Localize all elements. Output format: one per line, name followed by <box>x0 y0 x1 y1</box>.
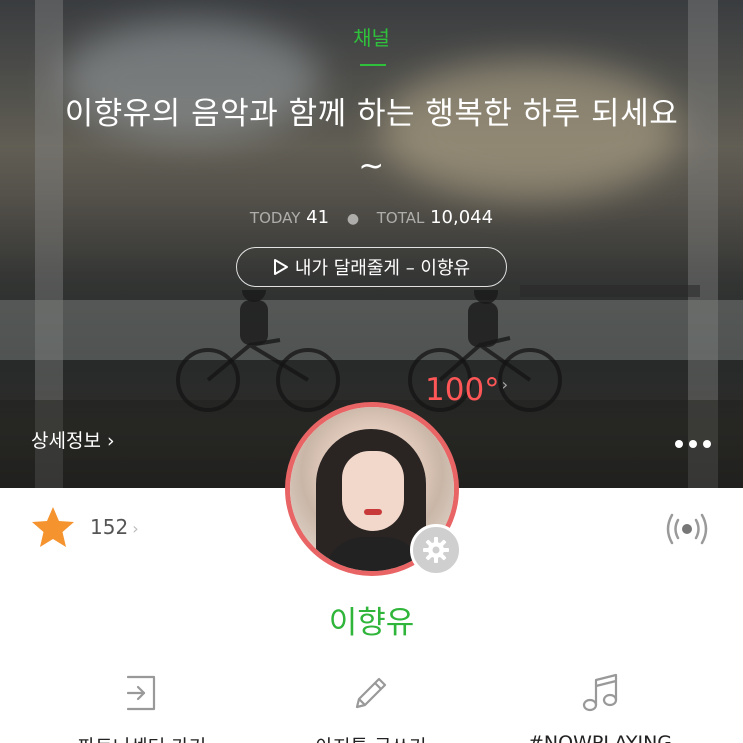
partner-center-button[interactable]: 파트너센터 가기 <box>42 672 242 743</box>
today-value: 41 <box>306 207 330 228</box>
temperature-value: 100° <box>425 372 500 408</box>
now-playing-button[interactable]: #NOWPLAYING <box>500 672 700 743</box>
avatar-face <box>342 451 404 531</box>
star-count: 152 › <box>90 515 139 539</box>
write-post-button[interactable]: 아지톡 글쓰기 <box>271 672 471 743</box>
today-label: TODAY <box>249 209 301 227</box>
dot <box>703 440 711 448</box>
play-icon <box>273 259 288 275</box>
visit-stats: TODAY 41 ● TOTAL 10,044 <box>0 207 743 228</box>
chevron-right-icon: › <box>132 519 139 538</box>
profile-name: 이향유 <box>328 605 415 641</box>
more-dots-icon[interactable] <box>675 440 711 448</box>
enter-icon <box>126 675 156 711</box>
channel-underline <box>360 64 386 66</box>
action-label: 파트너센터 가기 <box>42 732 242 743</box>
now-playing-song-label: 내가 달래줄게 – 이향유 <box>294 258 471 279</box>
channel-label: 채널 <box>353 26 390 50</box>
dot <box>689 440 697 448</box>
star-rating-link[interactable]: 152 › <box>30 505 139 549</box>
avatar-lips <box>364 509 382 515</box>
total-label: TOTAL <box>376 209 425 227</box>
channel-title: 이향유의 음악과 함께 하는 행복한 하루 되세요~ <box>64 96 679 184</box>
music-note-icon <box>582 673 618 712</box>
settings-button[interactable] <box>410 524 462 576</box>
detail-info-link[interactable]: 상세정보 › <box>31 426 115 453</box>
temperature-link[interactable]: 100° › <box>425 372 508 408</box>
chevron-right-icon: › <box>501 375 509 394</box>
broadcast-icon[interactable] <box>662 507 712 551</box>
gear-icon <box>423 537 449 563</box>
stats-separator: ● <box>346 211 360 227</box>
pencil-icon <box>355 677 387 709</box>
action-label: #NOWPLAYING <box>527 732 673 743</box>
dot <box>675 440 683 448</box>
now-playing-song-button[interactable]: 내가 달래줄게 – 이향유 <box>236 247 507 287</box>
star-icon <box>32 507 74 547</box>
action-label: 아지톡 글쓰기 <box>271 732 471 743</box>
total-value: 10,044 <box>430 207 494 228</box>
